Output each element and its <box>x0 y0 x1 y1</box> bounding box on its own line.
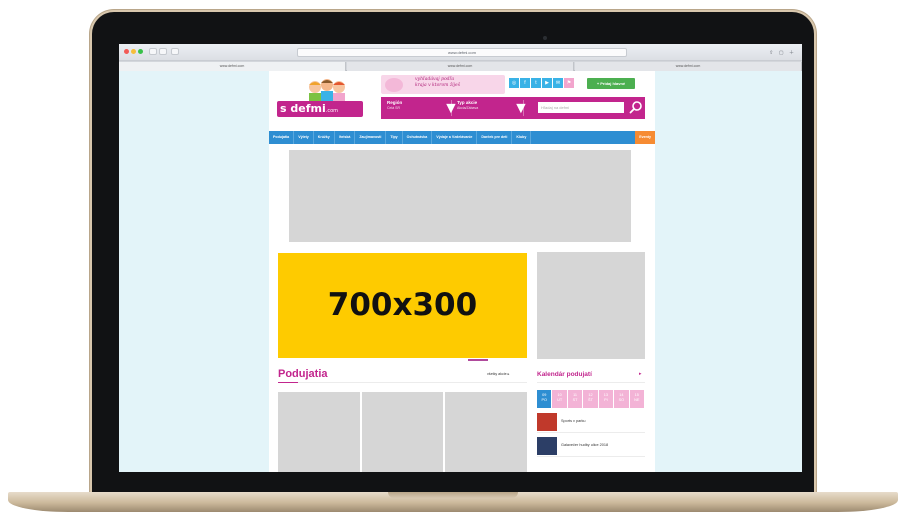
instagram-icon[interactable]: ◎ <box>509 78 519 88</box>
mail-icon[interactable]: ✉ <box>553 78 563 88</box>
laptop-notch <box>388 492 518 498</box>
calendar-day[interactable]: 10 UT <box>552 390 567 408</box>
tab-strip: www.defmi.com www.defmi.com www.defmi.co… <box>119 61 802 71</box>
twitter-icon[interactable]: t <box>531 78 541 88</box>
region-filter-value: Celá SR <box>387 106 401 110</box>
forward-button[interactable] <box>159 48 167 55</box>
main-navigation: Podujatia Výlety Krúžky Ihriská Zaujímav… <box>269 131 655 144</box>
nav-item[interactable]: Výdaje a Vzdelávanie <box>432 131 478 144</box>
divider <box>451 100 452 116</box>
search-icon[interactable] <box>629 100 643 114</box>
calendar-divider <box>537 382 645 383</box>
nav-item[interactable]: Zaujímavosti <box>355 131 387 144</box>
event-thumbnail <box>537 413 557 431</box>
browser-tab[interactable]: www.defmi.com <box>347 62 574 71</box>
chevron-down-icon[interactable]: ▼ <box>513 100 529 118</box>
browser-tab[interactable]: www.defmi.com <box>119 62 346 71</box>
event-card[interactable] <box>278 392 360 472</box>
slider-indicator[interactable] <box>468 359 488 361</box>
facebook-icon[interactable]: f <box>520 78 530 88</box>
website-page: s defmi.com vyhľadávaj podľa kraja v ktor… <box>269 71 655 472</box>
nav-item[interactable]: Ihriská <box>335 131 356 144</box>
camera-icon <box>543 36 547 40</box>
nav-item[interactable]: Krúžky <box>314 131 335 144</box>
child-face-icon <box>385 78 403 92</box>
maximize-window-button[interactable] <box>138 49 143 54</box>
calendar-event-item[interactable]: Galavečer hudby ulice 2018 <box>537 435 645 457</box>
event-thumbnail <box>537 437 557 455</box>
all-events-link[interactable]: všetky akcie ▸ <box>487 372 509 376</box>
event-card[interactable] <box>445 392 528 472</box>
site-header: s defmi.com vyhľadávaj podľa kraja v ktor… <box>269 71 655 121</box>
event-type-filter-value: Akcia/Zábava <box>457 106 479 110</box>
browser-actions[interactable]: ⇧ ▢ ＋ <box>769 49 796 56</box>
calendar-day-picker: 09 PO 10 UT 11 ST 12 ŠT 13 PI 14 SO 15 NE <box>537 390 645 408</box>
minimize-window-button[interactable] <box>131 49 136 54</box>
section-divider <box>278 382 527 383</box>
calendar-day[interactable]: 09 PO <box>537 390 552 408</box>
laptop-screen: www.defmi.com ⇧ ▢ ＋ www.defmi.com www.de… <box>119 44 802 472</box>
social-links: ◎ f t ▶ ✉ ⚑ <box>509 78 574 88</box>
browser-tab[interactable]: www.defmi.com <box>575 62 802 71</box>
browser-toolbar: www.defmi.com ⇧ ▢ ＋ <box>119 44 802 61</box>
calendar-day[interactable]: 13 PI <box>598 390 614 408</box>
back-button[interactable] <box>149 48 157 55</box>
kids-illustration-icon <box>309 79 345 101</box>
sidebar-ad-placeholder[interactable] <box>537 252 645 359</box>
divider <box>523 100 524 116</box>
event-type-filter-label: Typ akcie <box>457 100 478 105</box>
nav-item[interactable]: Darček pre deti <box>477 131 513 144</box>
nav-item-eventy[interactable]: Eventy <box>635 131 655 144</box>
nav-item[interactable]: Podujatia <box>269 131 295 144</box>
calendar-event-item[interactable]: Sports v parku <box>537 411 645 433</box>
event-title: Galavečer hudby ulice 2018 <box>561 443 609 447</box>
event-title: Sports v parku <box>561 419 586 423</box>
youtube-icon[interactable]: ▶ <box>542 78 552 88</box>
add-event-button[interactable]: + Pridaj hlavné <box>587 78 635 89</box>
laptop-mockup: www.defmi.com ⇧ ▢ ＋ www.defmi.com www.de… <box>0 0 905 526</box>
calendar-day[interactable]: 11 ST <box>567 390 583 408</box>
chevron-right-icon[interactable]: ▸ <box>639 371 642 377</box>
nav-item[interactable]: Výlety <box>294 131 314 144</box>
logo-wordmark: s defmi.com <box>277 101 363 117</box>
events-grid <box>278 392 528 472</box>
calendar-day[interactable]: 14 SO <box>614 390 629 408</box>
calendar-title: Kalendár podujatí <box>537 371 592 378</box>
region-promo-banner[interactable]: vyhľadávaj podľa kraja v ktorom žiješ <box>381 75 505 94</box>
promo-text: vyhľadávaj podľa kraja v ktorom žiješ <box>415 77 461 88</box>
region-filter[interactable]: Región Celá SR <box>387 100 402 110</box>
nav-item[interactable]: Ochutnávka <box>403 131 433 144</box>
hero-slider-placeholder[interactable]: 700x300 <box>278 253 527 358</box>
nav-item[interactable]: Tipy <box>386 131 403 144</box>
site-logo[interactable]: s defmi.com <box>277 79 367 119</box>
calendar-day[interactable]: 15 NE <box>629 390 644 408</box>
ad-banner-placeholder[interactable] <box>289 150 631 242</box>
event-type-filter[interactable]: Typ akcie Akcia/Zábava <box>457 100 478 110</box>
flag-icon[interactable]: ⚑ <box>564 78 574 88</box>
section-title: Podujatia <box>278 368 328 380</box>
address-bar[interactable]: www.defmi.com <box>297 48 627 57</box>
search-input[interactable]: Hľadaj na defmi <box>538 102 624 113</box>
region-filter-label: Región <box>387 100 403 105</box>
close-window-button[interactable] <box>124 49 129 54</box>
filter-bar: Región Celá SR ▼ Typ akcie Akcia/Zábava … <box>381 97 645 119</box>
event-card[interactable] <box>361 392 444 472</box>
nav-item[interactable]: Kluby <box>512 131 532 144</box>
sidebar-toggle-button[interactable] <box>171 48 179 55</box>
calendar-day[interactable]: 12 ŠT <box>583 390 598 408</box>
